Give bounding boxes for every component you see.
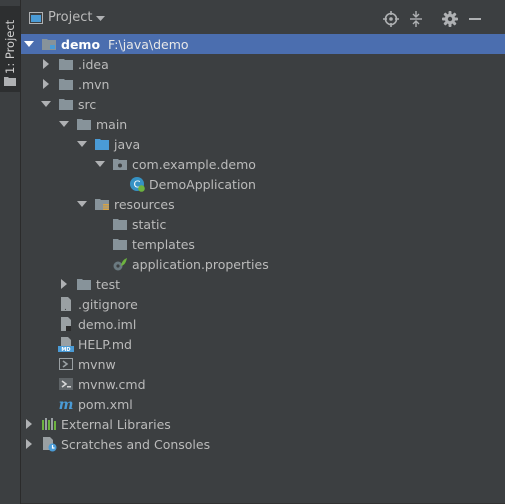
folder-icon: [113, 239, 127, 250]
tree-item-idea[interactable]: .idea: [21, 54, 505, 74]
tree-item-label: static: [132, 216, 167, 232]
view-selector-label[interactable]: Project: [48, 10, 92, 25]
svg-text:.: .: [64, 303, 67, 312]
spring-class-icon: C: [130, 177, 145, 192]
chevron-down-icon[interactable]: [41, 99, 51, 109]
tree-item-external-libraries[interactable]: External Libraries: [21, 414, 505, 434]
folder-icon: [4, 77, 16, 86]
tree-item-label: .mvn: [78, 76, 110, 92]
chevron-down-icon[interactable]: [96, 16, 105, 21]
tree-item-label: Scratches and Consoles: [61, 436, 211, 452]
tree-item-label: main: [96, 116, 128, 132]
shell-script-icon: [59, 358, 73, 370]
tree-item-label: .idea: [78, 56, 109, 72]
tree-item-label: application.properties: [132, 256, 269, 272]
tree-item-src[interactable]: src: [21, 94, 505, 114]
scratches-icon: [43, 437, 57, 452]
tree-item-mvnw-cmd[interactable]: mvnw.cmd: [21, 374, 505, 394]
tree-item-label: .gitignore: [78, 296, 138, 312]
tree-item-mvn[interactable]: .mvn: [21, 74, 505, 94]
tree-item-demo[interactable]: demo F:\java\demo: [21, 34, 505, 54]
folder-icon: [59, 99, 73, 110]
cmd-file-icon: [59, 378, 73, 390]
module-folder-icon: [42, 39, 56, 50]
folder-icon: [77, 279, 91, 290]
project-view-header: Project: [21, 0, 505, 34]
chevron-down-icon[interactable]: [95, 159, 105, 169]
libraries-icon: [42, 418, 56, 430]
hide-icon[interactable]: [466, 10, 484, 28]
project-tree: demo F:\java\demo .idea .mvn src main ja…: [21, 34, 505, 504]
settings-icon[interactable]: [441, 10, 459, 28]
tree-item-label: demo: [61, 36, 101, 52]
tree-item-pom-xml[interactable]: m pom.xml: [21, 394, 505, 414]
resources-folder-icon: [95, 199, 109, 210]
maven-icon: m: [59, 397, 74, 412]
svg-text:m: m: [59, 397, 74, 412]
chevron-down-icon[interactable]: [59, 119, 69, 129]
tree-item-label: resources: [114, 196, 175, 212]
tree-item-resources[interactable]: resources: [21, 194, 505, 214]
package-icon: [113, 159, 127, 170]
collapse-all-icon[interactable]: [407, 10, 425, 28]
tree-item-demo-iml[interactable]: demo.iml: [21, 314, 505, 334]
tree-item-label: HELP.md: [78, 336, 132, 352]
tree-item-test[interactable]: test: [21, 274, 505, 294]
tree-item-label: pom.xml: [78, 396, 133, 412]
folder-icon: [113, 219, 127, 230]
spring-properties-icon: [113, 258, 127, 271]
folder-icon: [59, 59, 73, 70]
file-icon: .: [61, 297, 71, 312]
source-folder-icon: [95, 139, 109, 150]
tree-item-scratches[interactable]: Scratches and Consoles: [21, 434, 505, 454]
svg-text:MD: MD: [61, 347, 70, 352]
chevron-down-icon[interactable]: [77, 139, 87, 149]
tree-item-label: External Libraries: [61, 416, 171, 432]
chevron-right-icon[interactable]: [41, 79, 51, 89]
project-tab-label: 1: Project: [3, 19, 17, 74]
module-path: F:\java\demo: [108, 36, 189, 52]
tree-item-demo-application[interactable]: C DemoApplication: [21, 174, 505, 194]
tree-item-package[interactable]: com.example.demo: [21, 154, 505, 174]
tree-item-java[interactable]: java: [21, 134, 505, 154]
tree-item-application-properties[interactable]: application.properties: [21, 254, 505, 274]
folder-icon: [59, 79, 73, 90]
markdown-file-icon: MD: [58, 337, 74, 352]
tree-item-label: com.example.demo: [132, 156, 256, 172]
tree-item-label: src: [78, 96, 97, 112]
tree-item-label: mvnw: [78, 356, 116, 372]
tree-item-mvnw[interactable]: mvnw: [21, 354, 505, 374]
tree-item-label: mvnw.cmd: [78, 376, 146, 392]
chevron-right-icon[interactable]: [24, 419, 34, 429]
tree-item-templates[interactable]: templates: [21, 234, 505, 254]
chevron-right-icon[interactable]: [41, 59, 51, 69]
tree-item-label: test: [96, 276, 121, 292]
iml-file-icon: [61, 317, 71, 331]
project-view-icon: [29, 12, 43, 24]
chevron-right-icon[interactable]: [24, 439, 34, 449]
chevron-right-icon[interactable]: [59, 279, 69, 289]
tree-item-main[interactable]: main: [21, 114, 505, 134]
tree-item-static[interactable]: static: [21, 214, 505, 234]
tree-item-label: java: [114, 136, 141, 152]
tree-item-label: demo.iml: [78, 316, 137, 332]
folder-icon: [77, 119, 91, 130]
tree-item-label: DemoApplication: [149, 176, 256, 192]
locate-icon[interactable]: [382, 10, 400, 28]
tree-item-gitignore[interactable]: . .gitignore: [21, 294, 505, 314]
project-tool-window-tab[interactable]: 1: Project: [0, 6, 20, 92]
chevron-down-icon[interactable]: [24, 39, 34, 49]
chevron-down-icon[interactable]: [77, 199, 87, 209]
tree-item-label: templates: [132, 236, 195, 252]
tool-window-strip: 1: Project: [0, 0, 21, 504]
tree-item-help-md[interactable]: MD HELP.md: [21, 334, 505, 354]
